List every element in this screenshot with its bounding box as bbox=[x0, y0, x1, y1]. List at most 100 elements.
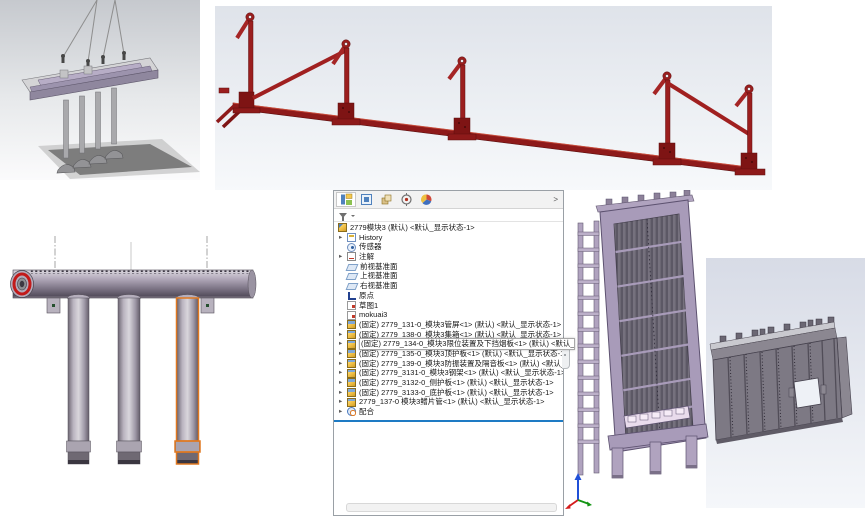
featuremanager-panel: > 2779模块3 (默认) <默认_显示状态-1> ▸ History 传感器 bbox=[333, 190, 564, 516]
tree-item-label: 传感器 bbox=[359, 242, 563, 252]
expand-arrow-icon[interactable]: ▸ bbox=[339, 397, 347, 407]
model-view-lifting-rig bbox=[0, 0, 200, 180]
red-hanger-frame-image bbox=[215, 6, 772, 190]
tree-item-label: 配合 bbox=[359, 407, 563, 417]
tree-item-label: (固定) 2779_3133-0_底护板<1> (默认) <默认_显示状态-1> bbox=[359, 388, 563, 398]
lifting-rig-image bbox=[0, 0, 200, 180]
expand-arrow-icon[interactable]: ▸ bbox=[339, 252, 347, 262]
tree-item-mokuai3[interactable]: mokuai3 bbox=[334, 310, 563, 320]
expand-arrow-icon[interactable]: ▸ bbox=[339, 368, 347, 378]
tree-item-label: 注解 bbox=[359, 252, 563, 262]
plane-icon bbox=[346, 273, 359, 280]
tree-item-label: 右视基准面 bbox=[360, 281, 563, 291]
expand-arrow-icon[interactable]: ▸ bbox=[339, 233, 347, 243]
tree-item-label: (固定) 2779_131-0_模块3管屏<1> (默认) <默认_显示状态-1… bbox=[359, 320, 563, 330]
dimxpertmanager-tab-icon bbox=[400, 193, 413, 206]
tab-dimxpertmanager[interactable] bbox=[396, 192, 416, 207]
feature-tree: 2779模块3 (默认) <默认_显示状态-1> ▸ History 传感器 ▸… bbox=[334, 222, 563, 417]
expand-arrow-icon[interactable]: ▸ bbox=[339, 339, 347, 349]
tree-item-label: (固定) 2779_3131-0_模块3钢架<1> (默认) <默认_显示状态-… bbox=[359, 368, 563, 378]
tab-featuremanager[interactable] bbox=[336, 192, 356, 207]
tree-item-label: 2779_137-0 模块3鳍片管<1> (默认) <默认_显示状态-1> bbox=[359, 397, 563, 407]
tree-item-mates[interactable]: ▸ 配合 bbox=[334, 407, 563, 417]
tree-item-root-assembly[interactable]: 2779模块3 (默认) <默认_显示状态-1> bbox=[334, 223, 563, 233]
expand-arrow-icon[interactable]: ▸ bbox=[339, 388, 347, 398]
sketch-icon bbox=[347, 311, 356, 320]
tree-item-component-134[interactable]: ▸ (固定) 2779_134-0_模块3限位装置及下挡烟板<1> (默认) <… bbox=[334, 339, 563, 349]
tab-configurationmanager[interactable] bbox=[376, 192, 396, 207]
tree-filter-row[interactable] bbox=[334, 209, 563, 222]
tabs-overflow-chevron[interactable]: > bbox=[550, 195, 561, 204]
tree-item-history[interactable]: ▸ History bbox=[334, 233, 563, 243]
tree-item-component-139[interactable]: ▸ (固定) 2779_139-0_模块3防振装置及隔音板<1> (默认) <默… bbox=[334, 359, 563, 369]
sensors-icon bbox=[347, 243, 356, 252]
coordinate-triad-icon bbox=[565, 473, 592, 509]
component-icon bbox=[347, 369, 356, 378]
tree-item-front-plane[interactable]: 前视基准面 bbox=[334, 262, 563, 272]
tree-item-label: 原点 bbox=[359, 291, 563, 301]
tree-item-component-3133[interactable]: ▸ (固定) 2779_3133-0_底护板<1> (默认) <默认_显示状态-… bbox=[334, 388, 563, 398]
component-icon bbox=[347, 340, 356, 349]
displaymanager-tab-icon bbox=[420, 193, 433, 206]
component-icon bbox=[347, 349, 356, 358]
tree-item-component-131[interactable]: ▸ (固定) 2779_131-0_模块3管屏<1> (默认) <默认_显示状态… bbox=[334, 320, 563, 330]
tree-item-component-3132[interactable]: ▸ (固定) 2779_3132-0_侧护板<1> (默认) <默认_显示状态-… bbox=[334, 378, 563, 388]
model-view-red-hanger-frame bbox=[215, 6, 772, 190]
component-icon bbox=[347, 378, 356, 387]
component-icon bbox=[347, 398, 356, 407]
tree-item-label: 上视基准面 bbox=[360, 271, 563, 281]
horizontal-scrollbar[interactable] bbox=[346, 503, 557, 512]
annotations-icon bbox=[347, 252, 356, 261]
expand-arrow-icon[interactable]: ▸ bbox=[339, 320, 347, 330]
tree-item-label: 2779模块3 (默认) <默认_显示状态-1> bbox=[350, 223, 563, 233]
origin-icon bbox=[348, 292, 356, 300]
component-icon bbox=[347, 330, 356, 339]
model-view-panel-cutout bbox=[706, 258, 865, 508]
filter-funnel-icon bbox=[339, 213, 347, 218]
tree-item-label: 草图1 bbox=[359, 301, 563, 311]
expand-arrow-icon[interactable]: ▸ bbox=[339, 349, 347, 359]
tree-item-annotations[interactable]: ▸ 注解 bbox=[334, 252, 563, 262]
tree-item-sensors[interactable]: 传感器 bbox=[334, 242, 563, 252]
screenshot-canvas: > 2779模块3 (默认) <默认_显示状态-1> ▸ History 传感器 bbox=[0, 0, 865, 519]
expand-arrow-icon[interactable]: ▸ bbox=[339, 378, 347, 388]
tree-item-sketch1[interactable]: 草图1 bbox=[334, 301, 563, 311]
expand-arrow-icon[interactable]: ▸ bbox=[339, 330, 347, 340]
tree-item-component-135[interactable]: ▸ (固定) 2779_135-0_模块3顶护板<1> (默认) <默认_显示状… bbox=[334, 349, 563, 359]
tree-item-label: History bbox=[359, 233, 563, 243]
panel-cutout-image bbox=[706, 258, 865, 508]
tree-item-component-3131[interactable]: ▸ (固定) 2779_3131-0_模块3钢架<1> (默认) <默认_显示状… bbox=[334, 368, 563, 378]
tree-item-label: (固定) 2779_135-0_模块3顶护板<1> (默认) <默认_显示状态-… bbox=[359, 349, 563, 359]
mates-icon bbox=[347, 407, 356, 416]
expand-arrow-icon[interactable]: ▸ bbox=[339, 359, 347, 369]
membrane-module-image bbox=[560, 190, 725, 512]
tree-item-label: (固定) 2779_139-0_模块3防振装置及隔音板<1> (默认) <默认_… bbox=[359, 359, 563, 369]
header-pipes-image bbox=[0, 228, 260, 478]
featuremanager-tabs: > bbox=[334, 191, 563, 209]
tree-item-origin[interactable]: 原点 bbox=[334, 291, 563, 301]
tree-item-label: (固定) 2779_3132-0_侧护板<1> (默认) <默认_显示状态-1> bbox=[359, 378, 563, 388]
tree-item-right-plane[interactable]: 右视基准面 bbox=[334, 281, 563, 291]
tree-item-top-plane[interactable]: 上视基准面 bbox=[334, 271, 563, 281]
history-folder-icon bbox=[347, 233, 356, 242]
tab-propertymanager[interactable] bbox=[356, 192, 376, 207]
propertymanager-tab-icon bbox=[360, 193, 373, 206]
tree-item-label: mokuai3 bbox=[359, 310, 563, 320]
plane-icon bbox=[346, 264, 359, 271]
rollback-bar[interactable] bbox=[334, 420, 563, 422]
model-view-membrane-module bbox=[560, 190, 725, 512]
tree-item-component-137[interactable]: ▸ 2779_137-0 模块3鳍片管<1> (默认) <默认_显示状态-1> bbox=[334, 397, 563, 407]
sketch-icon bbox=[347, 301, 356, 310]
expand-arrow-icon[interactable]: ▸ bbox=[339, 407, 347, 417]
featuremanager-tab-icon bbox=[340, 193, 353, 206]
filter-dropdown-icon bbox=[351, 215, 355, 219]
tree-item-label: 前视基准面 bbox=[360, 262, 563, 272]
assembly-icon bbox=[338, 223, 347, 232]
configurationmanager-tab-icon bbox=[380, 193, 393, 206]
component-icon bbox=[347, 320, 356, 329]
tree-item-label: (固定) 2779_134-0_模块3限位装置及下挡烟板<1> (默认) <默认… bbox=[359, 338, 575, 350]
plane-icon bbox=[346, 283, 359, 290]
tab-displaymanager[interactable] bbox=[416, 192, 436, 207]
model-view-header-pipes bbox=[0, 228, 260, 478]
component-icon bbox=[347, 388, 356, 397]
